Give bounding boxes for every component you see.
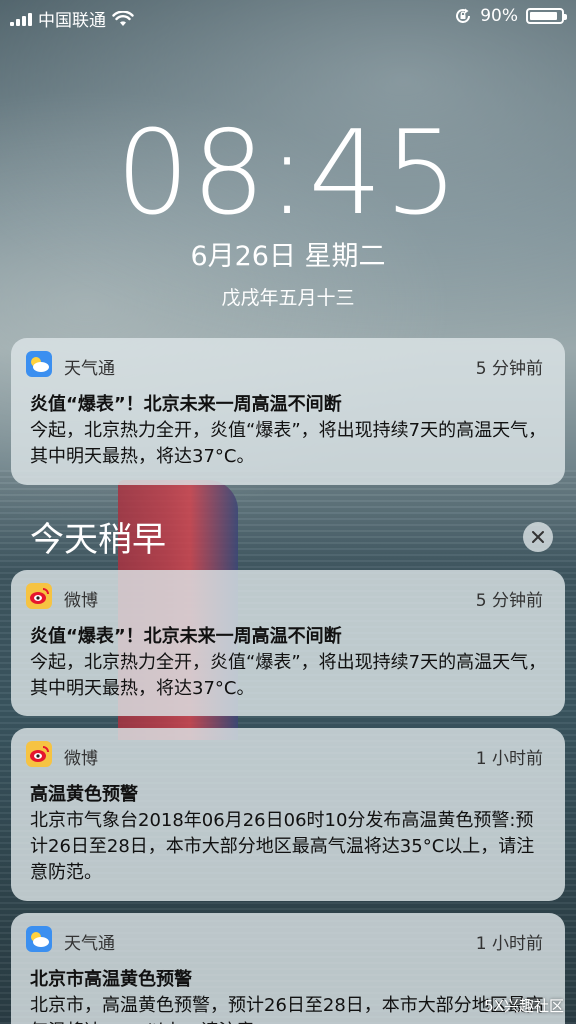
battery-percent: 90% bbox=[480, 6, 518, 26]
notification-time: 5 分钟前 bbox=[475, 359, 543, 379]
app-name: 微博 bbox=[64, 591, 98, 611]
weibo-icon bbox=[26, 583, 52, 609]
notification-card[interactable]: 天气通 5 分钟前 炎值“爆表”！北京未来一周高温不间断 今起，北京热力全开，炎… bbox=[11, 338, 565, 485]
notification-text: 今起，北京热力全开，炎值“爆表”，将出现持续7天的高温天气，其中明天最热，将达3… bbox=[30, 652, 547, 699]
signal-icon bbox=[10, 12, 32, 26]
rotation-lock-icon bbox=[456, 8, 471, 23]
app-name: 天气通 bbox=[64, 934, 115, 954]
battery-icon bbox=[526, 8, 567, 24]
app-name: 微博 bbox=[64, 749, 98, 769]
battery-fill bbox=[530, 12, 557, 20]
close-icon bbox=[532, 531, 544, 543]
notification-time: 1 小时前 bbox=[475, 749, 543, 769]
notification-title: 炎值“爆表”！北京未来一周高温不间断 bbox=[30, 626, 342, 647]
notification-time: 5 分钟前 bbox=[475, 591, 543, 611]
notification-card[interactable]: 微博 5 分钟前 炎值“爆表”！北京未来一周高温不间断 今起，北京热力全开，炎值… bbox=[11, 570, 565, 716]
notification-text: 北京市，高温黄色预警，预计26日至28日，本市大部分地区最高气温将达35°C以上… bbox=[30, 995, 544, 1024]
lock-date: 6月26日 星期二 bbox=[190, 241, 386, 272]
lunar-date: 戊戌年五月十三 bbox=[221, 287, 355, 309]
app-name: 天气通 bbox=[64, 359, 115, 379]
section-title-earlier: 今天稍早 bbox=[30, 520, 166, 560]
wifi-icon bbox=[112, 10, 134, 26]
notification-title: 炎值“爆表”！北京未来一周高温不间断 bbox=[30, 394, 342, 415]
notification-title: 北京市高温黄色预警 bbox=[30, 969, 192, 990]
clear-notifications-button[interactable] bbox=[523, 522, 553, 552]
weather-icon bbox=[26, 926, 52, 952]
notification-text: 北京市气象台2018年06月26日06时10分发布高温黄色预警:预计26日至28… bbox=[30, 810, 535, 883]
notification-text: 今起，北京热力全开，炎值“爆表”，将出现持续7天的高温天气，其中明天最热，将达3… bbox=[30, 420, 547, 467]
watermark-logo: 5X兴趣社区 bbox=[484, 997, 564, 1015]
lock-clock: 08:45 bbox=[115, 106, 461, 241]
notification-card[interactable]: 微博 1 小时前 高温黄色预警 北京市气象台2018年06月26日06时10分发… bbox=[11, 728, 565, 901]
carrier-label: 中国联通 bbox=[38, 11, 106, 31]
weibo-icon bbox=[26, 741, 52, 767]
notification-time: 1 小时前 bbox=[475, 934, 543, 954]
status-bar: 中国联通 90% bbox=[0, 0, 576, 36]
weather-icon bbox=[26, 351, 52, 377]
notification-card[interactable]: 天气通 1 小时前 北京市高温黄色预警 北京市，高温黄色预警，预计26日至28日… bbox=[11, 913, 565, 1024]
notification-title: 高温黄色预警 bbox=[30, 784, 138, 805]
